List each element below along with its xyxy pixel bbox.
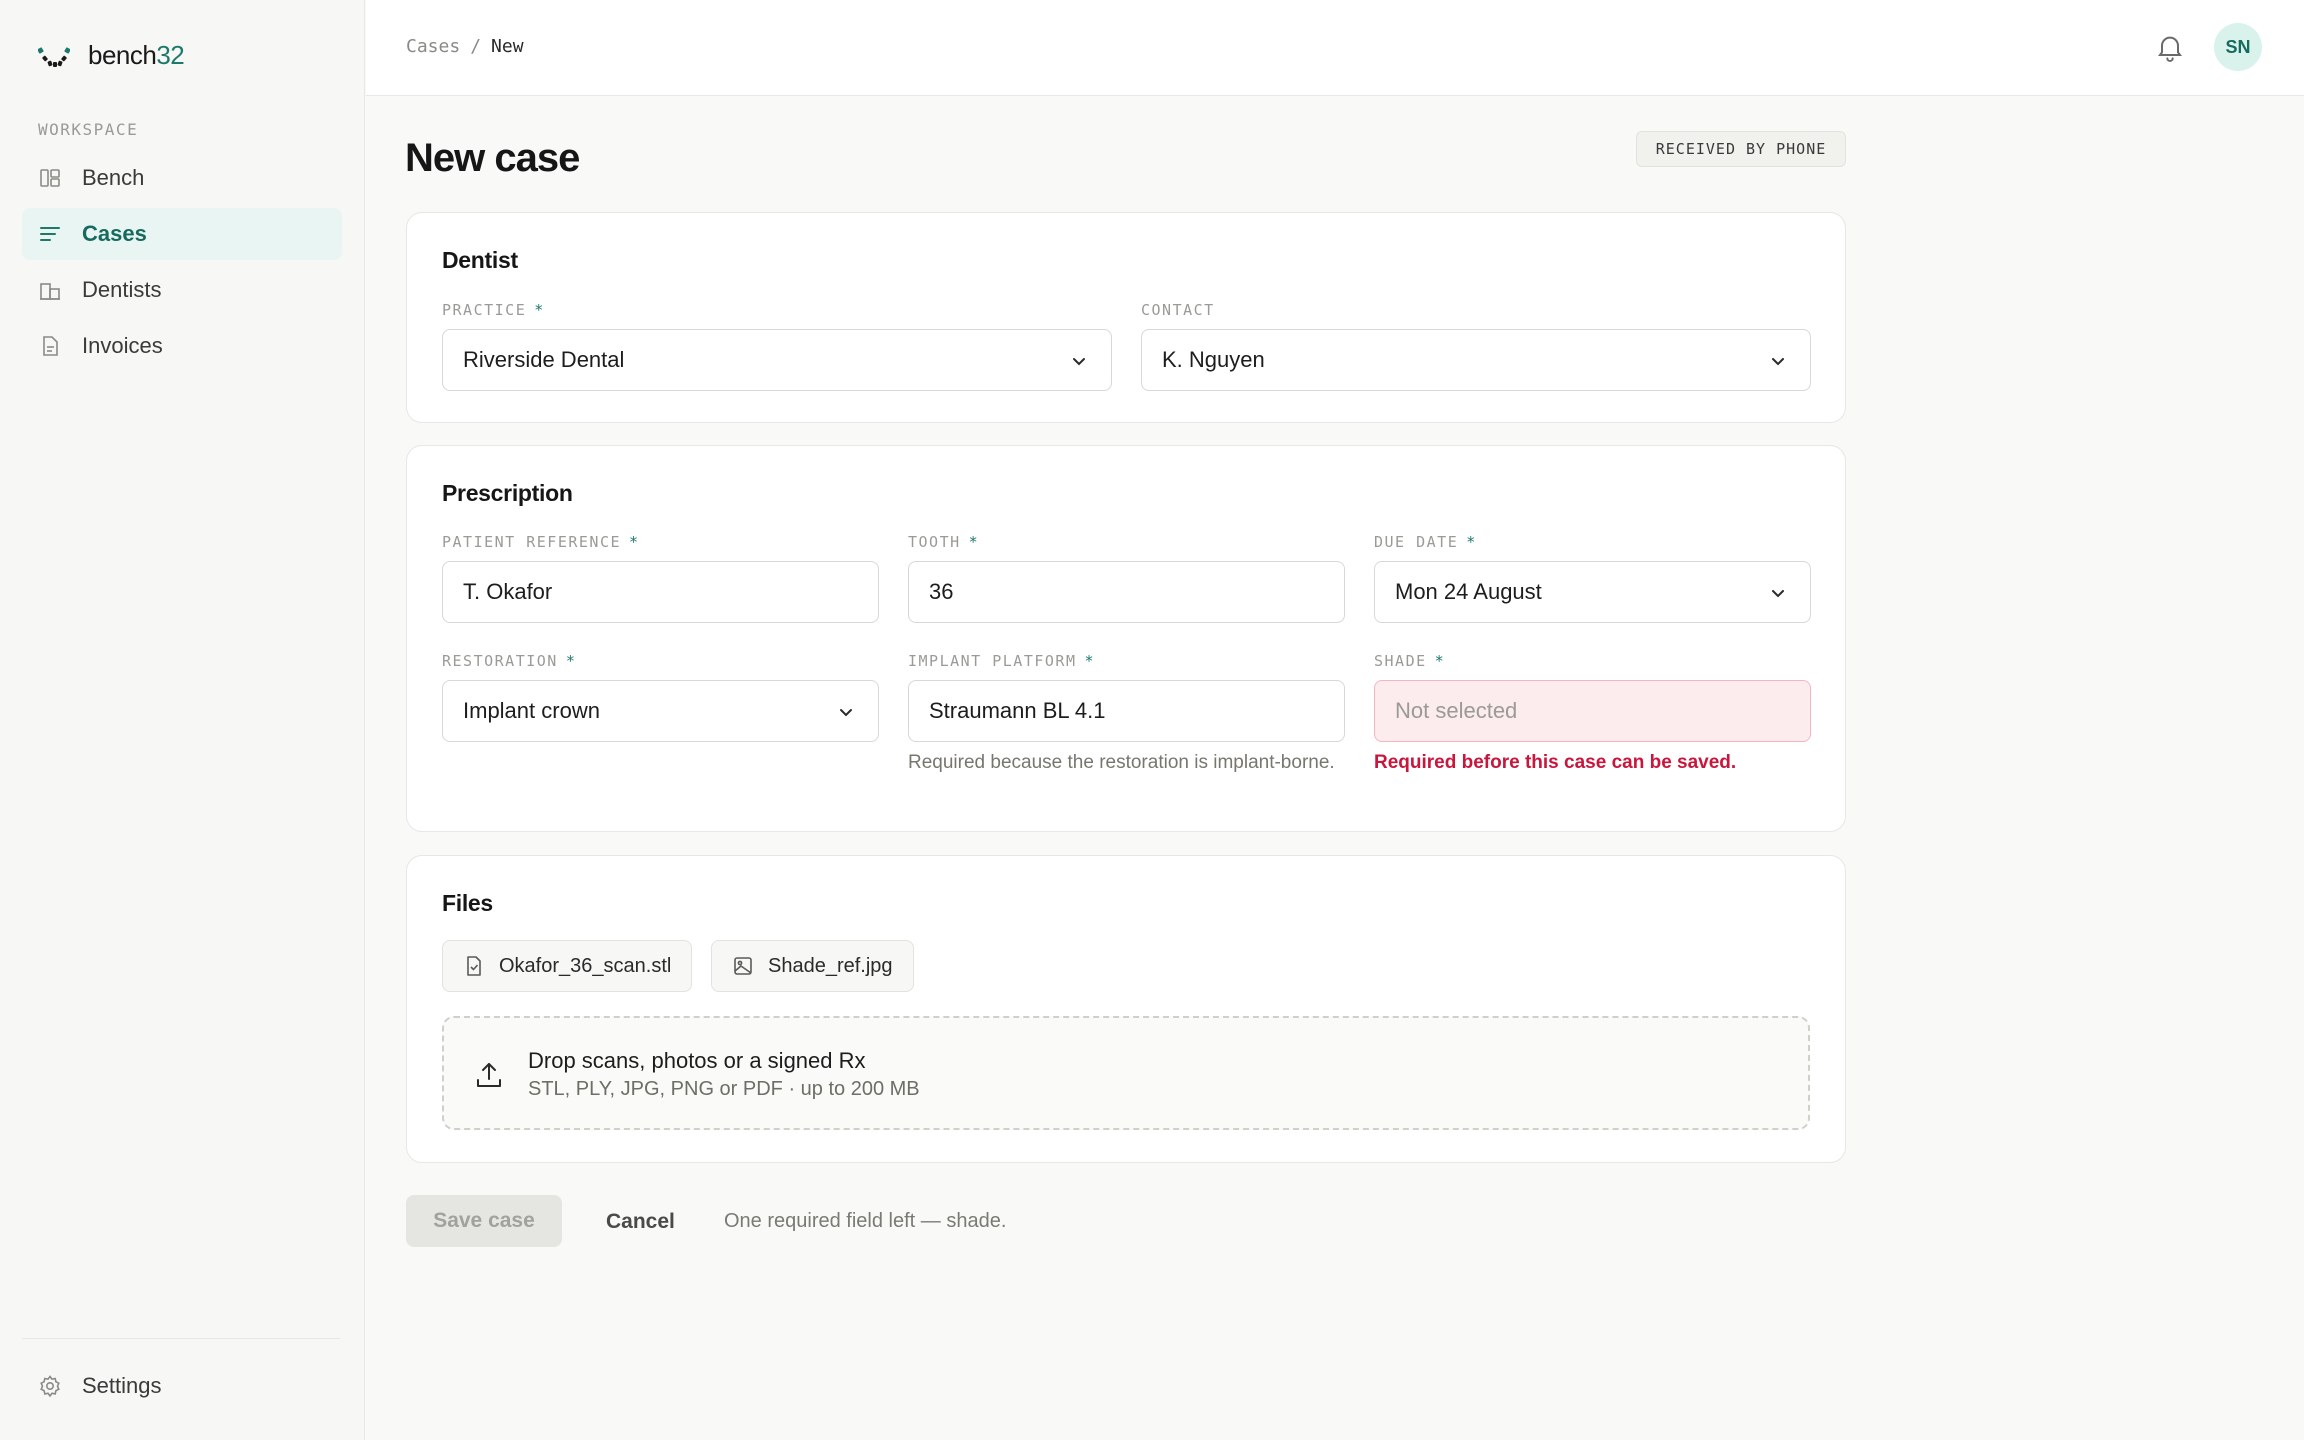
image-icon <box>732 955 754 977</box>
shade-select[interactable]: Not selected <box>1374 680 1811 742</box>
restoration-label: RESTORATION * <box>442 652 577 670</box>
practice-value: Riverside Dental <box>463 347 625 372</box>
sidebar-item-label: Bench <box>82 165 145 190</box>
dropzone-subtitle: STL, PLY, JPG, PNG or PDF · up to 200 MB <box>528 1078 920 1100</box>
contact-label: CONTACT <box>1141 301 1215 319</box>
file-chip[interactable]: Okafor_36_scan.stl <box>442 940 693 992</box>
save-case-button[interactable]: Save case <box>406 1195 562 1247</box>
list-icon <box>38 222 62 246</box>
logo-icon <box>38 46 70 67</box>
contact-value: K. Nguyen <box>1162 347 1265 372</box>
avatar[interactable]: SN <box>2214 23 2262 71</box>
gear-icon <box>38 1374 62 1398</box>
practice-select[interactable]: Riverside Dental <box>442 329 1112 391</box>
patient-reference-input[interactable]: T. Okafor <box>442 561 879 623</box>
page-title: New case <box>405 136 580 180</box>
top-bar: Cases / New SN <box>366 0 2304 96</box>
sidebar-item-label: Dentists <box>82 277 162 302</box>
files-card-title: Files <box>442 890 493 916</box>
file-check-icon <box>463 955 485 977</box>
brand-logo[interactable]: bench32 <box>38 40 185 71</box>
breadcrumb-current: New <box>491 36 524 57</box>
chevron-down-icon <box>1772 358 1784 366</box>
sidebar: bench32 WORKSPACE Bench Cases Dentists I… <box>0 0 365 1440</box>
tooth-label: TOOTH * <box>908 533 980 551</box>
prescription-card: Prescription PATIENT REFERENCE * T. Okafo… <box>406 445 1846 832</box>
practice-label: PRACTICE * <box>442 301 545 319</box>
shade-placeholder: Not selected <box>1395 698 1518 723</box>
implant-platform-input[interactable]: Straumann BL 4.1 <box>908 680 1345 742</box>
contact-select[interactable]: K. Nguyen <box>1141 329 1811 391</box>
files-card: Files Okafor_36_scan.stl Shade_ref.jpg D… <box>406 855 1846 1163</box>
file-chip[interactable]: Shade_ref.jpg <box>711 940 914 992</box>
prescription-card-title: Prescription <box>442 480 573 506</box>
sidebar-item-cases[interactable]: Cases <box>22 208 342 260</box>
due-date-select[interactable]: Mon 24 August <box>1374 561 1811 623</box>
implant-platform-value: Straumann BL 4.1 <box>929 698 1106 723</box>
shade-label: SHADE * <box>1374 652 1446 670</box>
sidebar-item-label: Cases <box>82 221 147 246</box>
due-date-value: Mon 24 August <box>1395 579 1542 604</box>
sidebar-item-settings[interactable]: Settings <box>22 1360 342 1412</box>
file-name: Okafor_36_scan.stl <box>499 954 672 977</box>
breadcrumb: Cases / New <box>406 36 524 57</box>
bell-icon[interactable] <box>2154 30 2186 64</box>
dentist-card-title: Dentist <box>442 247 518 273</box>
file-dropzone[interactable]: Drop scans, photos or a signed Rx STL, P… <box>442 1016 1810 1130</box>
implant-platform-hint: Required because the restoration is impl… <box>908 752 1335 773</box>
due-date-label: DUE DATE * <box>1374 533 1477 551</box>
shade-error-message: Required before this case can be saved. <box>1374 752 1737 773</box>
board-icon <box>38 166 62 190</box>
patient-reference-value: T. Okafor <box>463 579 553 604</box>
workspace-section-label: WORKSPACE <box>38 120 139 139</box>
patient-reference-label: PATIENT REFERENCE * <box>442 533 640 551</box>
file-name: Shade_ref.jpg <box>768 954 893 977</box>
dentist-card: Dentist PRACTICE * Riverside Dental CONTA… <box>406 212 1846 423</box>
sidebar-item-invoices[interactable]: Invoices <box>22 320 342 372</box>
settings-area: Settings <box>22 1360 342 1416</box>
breadcrumb-parent[interactable]: Cases <box>406 36 460 57</box>
required-fields-note: One required field left — shade. <box>724 1210 1007 1232</box>
sidebar-item-dentists[interactable]: Dentists <box>22 264 342 316</box>
chevron-down-icon <box>840 709 852 717</box>
sidebar-item-label: Invoices <box>82 333 163 358</box>
tooth-input[interactable]: 36 <box>908 561 1345 623</box>
building-icon <box>38 278 62 302</box>
dropzone-title: Drop scans, photos or a signed Rx <box>528 1048 866 1073</box>
chevron-down-icon <box>1772 590 1784 598</box>
restoration-value: Implant crown <box>463 698 600 723</box>
document-icon <box>38 334 62 358</box>
settings-label: Settings <box>82 1373 162 1398</box>
restoration-select[interactable]: Implant crown <box>442 680 879 742</box>
breadcrumb-separator: / <box>470 36 482 57</box>
sidebar-item-bench[interactable]: Bench <box>22 152 342 204</box>
upload-icon <box>477 1063 501 1087</box>
chevron-down-icon <box>1073 358 1085 366</box>
cancel-button[interactable]: Cancel <box>606 1210 675 1234</box>
implant-platform-label: IMPLANT PLATFORM * <box>908 652 1096 670</box>
sidebar-divider <box>22 1338 340 1339</box>
sidebar-nav: Bench Cases Dentists Invoices <box>22 152 342 376</box>
received-by-phone-badge: RECEIVED BY PHONE <box>1636 131 1846 167</box>
tooth-value: 36 <box>929 579 954 604</box>
brand-name: bench32 <box>88 40 185 70</box>
